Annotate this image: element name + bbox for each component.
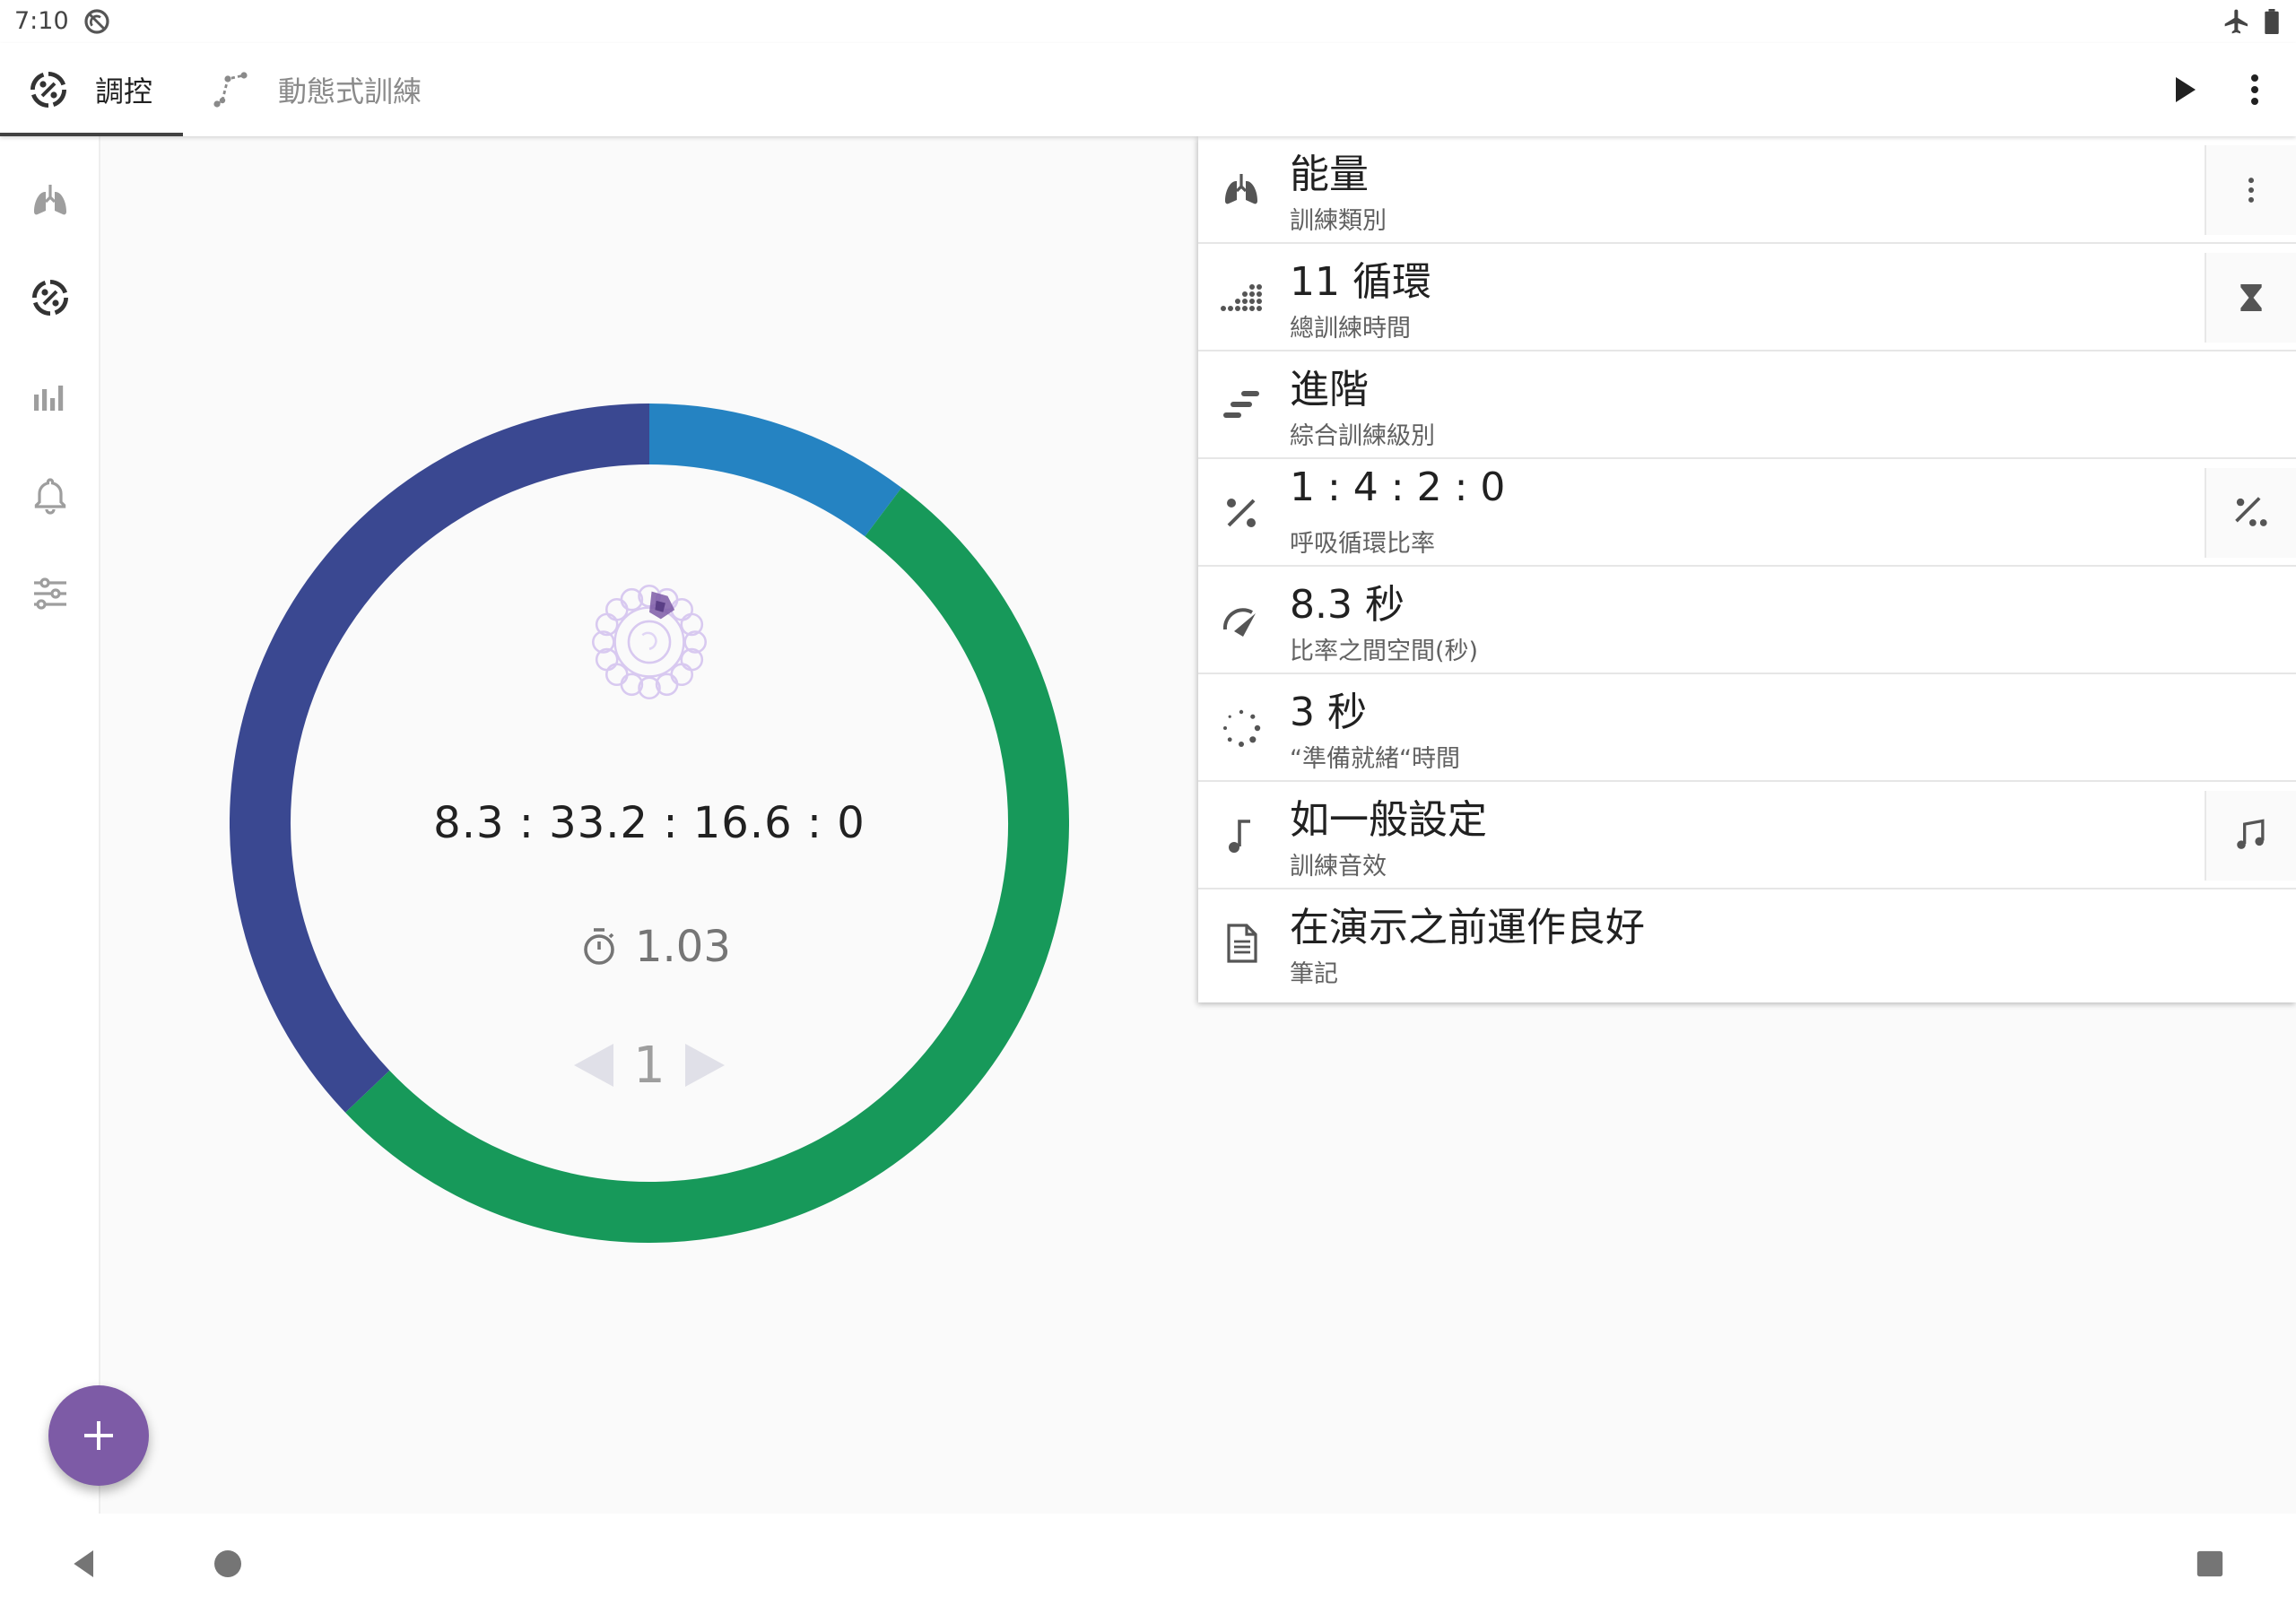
top-app-bar: 調控 動態式訓練 xyxy=(0,43,2296,136)
system-navigation-bar xyxy=(0,1514,2296,1614)
more-vert-icon xyxy=(2248,178,2254,203)
nav-home-button[interactable] xyxy=(203,1539,253,1589)
setting-subtitle: 訓練類別 xyxy=(1290,207,1387,235)
setting-row-ratio-gap[interactable]: 8.3 秒 比率之間空間(秒) xyxy=(1198,567,2296,674)
navigation-rail xyxy=(0,136,100,1514)
recents-square-icon xyxy=(2196,1550,2223,1577)
lotus-petal xyxy=(604,663,629,687)
nav-back-button[interactable] xyxy=(59,1539,109,1589)
next-cycle-arrow-icon[interactable] xyxy=(683,1040,728,1090)
play-button[interactable] xyxy=(2161,68,2205,111)
line-chart-points-icon xyxy=(213,72,248,108)
cycle-selector: 1 xyxy=(570,1029,728,1101)
battery-icon xyxy=(2265,9,2279,34)
more-vert-icon xyxy=(2251,74,2258,105)
status-time: 7:10 xyxy=(14,7,69,35)
lotus-petal xyxy=(604,597,629,621)
setting-title: 能量 xyxy=(1290,152,1369,197)
duration-value: 1.03 xyxy=(635,922,731,972)
setting-title: 3 秒 xyxy=(1290,690,1367,735)
setting-title: 11 循環 xyxy=(1290,259,1431,305)
percent-icon xyxy=(1227,499,1256,527)
music-notes-icon xyxy=(2237,819,2265,849)
training-type-more-button[interactable] xyxy=(2205,145,2296,235)
sync-off-icon xyxy=(84,9,109,34)
setting-subtitle: 總訓練時間 xyxy=(1290,315,1411,343)
lotus-petal xyxy=(670,663,694,687)
training-settings-panel: 能量 訓練類別 11 循環 總訓練時間 進階 綜合訓練級別 1: 4: 2 … xyxy=(1198,136,2296,1002)
setting-row-sounds[interactable]: 如一般設定 訓練音效 xyxy=(1198,782,2296,889)
lungs-icon xyxy=(1225,174,1257,204)
setting-row-prepare-time[interactable]: 3 秒 “準備就緒“時間 xyxy=(1198,674,2296,782)
stopwatch-icon xyxy=(584,928,614,965)
nav-recents-button[interactable] xyxy=(2185,1539,2235,1589)
setting-title: 在演示之前運作良好 xyxy=(1290,905,1645,950)
overflow-menu-button[interactable] xyxy=(2233,68,2276,111)
setting-row-level[interactable]: 進階 綜合訓練級別 xyxy=(1198,351,2296,459)
home-circle-icon xyxy=(214,1550,241,1577)
rail-item-settings[interactable] xyxy=(25,568,75,619)
ratio-seconds-readout: 8.3 : 33.2 : 16.6 : 0 xyxy=(433,798,865,848)
tab-control[interactable]: 調控 xyxy=(27,43,152,136)
setting-title: 進階 xyxy=(1290,367,1369,412)
setting-row-cycles[interactable]: 11 循環 總訓練時間 xyxy=(1198,244,2296,351)
setting-title: 8.3 秒 xyxy=(1290,582,1405,628)
previous-cycle-arrow-icon[interactable] xyxy=(570,1040,615,1090)
hourglass-icon xyxy=(2240,284,2262,311)
bar-chart-icon xyxy=(34,386,64,411)
ring-segment-inhale xyxy=(648,404,902,537)
cycle-number: 1 xyxy=(633,1036,665,1095)
back-triangle-icon xyxy=(74,1550,93,1577)
rail-item-reminders[interactable] xyxy=(25,470,75,520)
play-icon xyxy=(2176,77,2196,102)
setting-subtitle: 呼吸循環比率 xyxy=(1290,530,1435,558)
status-bar: 7:10 xyxy=(0,0,2296,43)
tab-dynamic-training[interactable]: 動態式訓練 xyxy=(210,43,422,136)
speedometer-icon xyxy=(1222,608,1256,637)
lotus-mandala-icon xyxy=(592,585,707,699)
steps-icon xyxy=(1223,391,1259,418)
setting-subtitle: 綜合訓練級別 xyxy=(1290,422,1435,450)
ratio-mode-button[interactable] xyxy=(2205,468,2296,558)
tab-label: 調控 xyxy=(95,74,153,108)
rail-item-statistics[interactable] xyxy=(25,371,75,421)
setting-subtitle: 比率之間空間(秒) xyxy=(1290,638,1479,665)
setting-subtitle: 筆記 xyxy=(1290,960,1338,988)
plus-icon xyxy=(84,1421,113,1450)
rail-item-control[interactable] xyxy=(25,273,75,323)
selected-tab-indicator xyxy=(0,133,183,136)
ratio-dial-icon xyxy=(31,279,69,317)
ratio-dial-icon xyxy=(30,71,67,108)
setting-title: 1 : 4 : 2 : 0 xyxy=(1290,464,1506,510)
duration-mode-button[interactable] xyxy=(2205,253,2296,343)
setting-row-ratio[interactable]: 1 : 4 : 2 : 0 呼吸循環比率 xyxy=(1198,459,2296,567)
setting-subtitle: 訓練音效 xyxy=(1290,853,1387,881)
sound-settings-button[interactable] xyxy=(2205,791,2296,881)
setting-title: 如一般設定 xyxy=(1290,797,1487,843)
percent-dots-icon xyxy=(2235,497,2267,526)
setting-row-training-type[interactable]: 能量 訓練類別 xyxy=(1198,136,2296,244)
sliders-icon xyxy=(34,577,66,610)
setting-row-notes[interactable]: 在演示之前運作良好 筆記 xyxy=(1198,889,2296,997)
bell-icon xyxy=(34,478,66,515)
lotus-petal xyxy=(670,597,694,621)
tab-label: 動態式訓練 xyxy=(278,74,422,108)
spinner-icon xyxy=(1223,709,1261,747)
document-icon xyxy=(1227,924,1257,963)
add-button[interactable] xyxy=(48,1385,149,1486)
lungs-icon xyxy=(34,185,66,215)
dots-grid-icon xyxy=(1221,284,1262,311)
airplane-mode-icon xyxy=(2224,9,2248,34)
music-note-icon xyxy=(1229,820,1250,853)
setting-subtitle: “準備就緒“時間 xyxy=(1290,745,1460,773)
session-duration: 1.03 xyxy=(578,915,731,979)
ring-segment-exhale xyxy=(230,404,650,1113)
rail-item-training-type[interactable] xyxy=(25,176,75,226)
